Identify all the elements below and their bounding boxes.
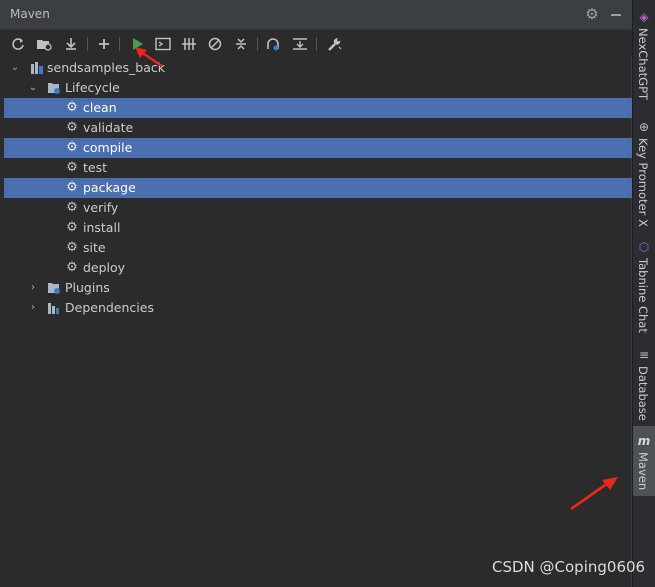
- collapse-all-icon[interactable]: [231, 34, 251, 54]
- toolbar-separator: [316, 37, 317, 51]
- lifecycle-goal-row[interactable]: ⚙ install: [4, 218, 632, 238]
- lifecycle-goal-label: deploy: [83, 260, 126, 275]
- lifecycle-goal-row[interactable]: ⚙ clean: [4, 98, 632, 118]
- lifecycle-goal-label: test: [83, 160, 108, 175]
- lifecycle-goal-label: clean: [83, 100, 117, 115]
- folder-plugin-icon: [47, 281, 61, 295]
- tree-node-plugins[interactable]: › Plugins: [4, 278, 632, 298]
- tree-node-dependencies[interactable]: › Dependencies: [4, 298, 632, 318]
- maven-tool-window: Maven ⚙ ⌄ sendsamples_back ⌄ Lifecycle ⚙…: [0, 0, 632, 587]
- chevron-right-icon[interactable]: ›: [28, 282, 38, 294]
- tab-label: NexChatGPT: [636, 28, 650, 101]
- gear-icon: ⚙: [66, 100, 78, 115]
- gear-icon: ⚙: [66, 260, 78, 275]
- toolbar-separator: [87, 37, 88, 51]
- dependencies-icon: [47, 301, 61, 315]
- tab-tabnine-chat[interactable]: ⬡ Tabnine Chat: [633, 236, 655, 333]
- settings-gear-icon[interactable]: ⚙: [584, 6, 600, 22]
- gear-icon: ⚙: [66, 120, 78, 135]
- add-maven-project-icon[interactable]: [94, 34, 114, 54]
- folder-gear-icon: [47, 81, 61, 95]
- lifecycle-goal-row[interactable]: ⚙ verify: [4, 198, 632, 218]
- analyze-dependencies-icon[interactable]: [290, 34, 310, 54]
- tab-label: Database: [636, 366, 650, 421]
- chevron-down-icon[interactable]: ⌄: [28, 82, 38, 94]
- chevron-down-icon[interactable]: ⌄: [10, 62, 20, 74]
- tab-nexchatgpt[interactable]: ◈ NexChatGPT: [633, 4, 655, 114]
- gear-icon: ⚙: [66, 160, 78, 175]
- tab-label: Key Promoter X: [636, 138, 650, 227]
- tree-node-lifecycle[interactable]: ⌄ Lifecycle: [4, 78, 632, 98]
- tabnine-icon: ⬡: [638, 240, 650, 254]
- key-promoter-icon: ⊕: [638, 120, 650, 134]
- right-tool-window-bar: ◈ NexChatGPT ⊕ Key Promoter X ⬡ Tabnine …: [632, 0, 655, 587]
- toolbar-separator: [119, 37, 120, 51]
- lifecycle-goal-label: install: [83, 220, 121, 235]
- show-dependencies-icon[interactable]: [263, 34, 283, 54]
- lifecycle-goal-label: compile: [83, 140, 133, 155]
- toolbar-separator: [257, 37, 258, 51]
- gear-icon: ⚙: [66, 200, 78, 215]
- tab-label: Maven: [636, 452, 650, 491]
- lifecycle-goal-row[interactable]: ⚙ site: [4, 238, 632, 258]
- gear-icon: ⚙: [66, 240, 78, 255]
- reload-icon[interactable]: [8, 34, 28, 54]
- lifecycle-goal-row[interactable]: ⚙ validate: [4, 118, 632, 138]
- lifecycle-goal-row[interactable]: ⚙ deploy: [4, 258, 632, 278]
- lifecycle-goal-label: validate: [83, 120, 134, 135]
- maven-project-icon: [30, 61, 44, 75]
- lifecycle-goal-row[interactable]: ⚙ package: [4, 178, 632, 198]
- gear-icon: ⚙: [66, 220, 78, 235]
- lifecycle-goal-label: package: [83, 180, 136, 195]
- skip-tests-icon[interactable]: [205, 34, 225, 54]
- database-icon: ≡: [638, 348, 650, 362]
- watermark: CSDN @Coping0606: [492, 558, 646, 576]
- download-sources-icon[interactable]: [61, 34, 81, 54]
- annotation-arrow-maven-tab: [570, 477, 618, 511]
- lifecycle-label: Lifecycle: [65, 80, 120, 95]
- maven-settings-wrench-icon[interactable]: [324, 34, 344, 54]
- toggle-offline-icon[interactable]: [179, 34, 199, 54]
- nexchatgpt-icon: ◈: [639, 10, 649, 24]
- tool-window-title: Maven: [10, 7, 50, 21]
- tab-label: Tabnine Chat: [636, 258, 650, 333]
- annotation-arrow-run: [135, 47, 163, 67]
- gear-icon: ⚙: [66, 140, 78, 155]
- lifecycle-goal-label: verify: [83, 200, 119, 215]
- gear-icon: ⚙: [66, 180, 78, 195]
- minimize-icon[interactable]: [608, 6, 624, 22]
- lifecycle-goal-label: site: [83, 240, 106, 255]
- maven-toolbar: [0, 31, 632, 57]
- dependencies-label: Dependencies: [65, 300, 154, 315]
- tree-node-project[interactable]: ⌄ sendsamples_back: [4, 58, 632, 78]
- lifecycle-goal-row[interactable]: ⚙ test: [4, 158, 632, 178]
- tab-database[interactable]: ≡ Database: [633, 344, 655, 421]
- generate-sources-icon[interactable]: [34, 34, 54, 54]
- plugins-label: Plugins: [65, 280, 110, 295]
- tab-maven[interactable]: m Maven: [633, 426, 655, 496]
- maven-icon: m: [637, 434, 651, 448]
- chevron-right-icon[interactable]: ›: [28, 302, 38, 314]
- lifecycle-goal-row[interactable]: ⚙ compile: [4, 138, 632, 158]
- tab-key-promoter-x[interactable]: ⊕ Key Promoter X: [633, 116, 655, 228]
- tool-window-header: Maven ⚙: [0, 0, 632, 30]
